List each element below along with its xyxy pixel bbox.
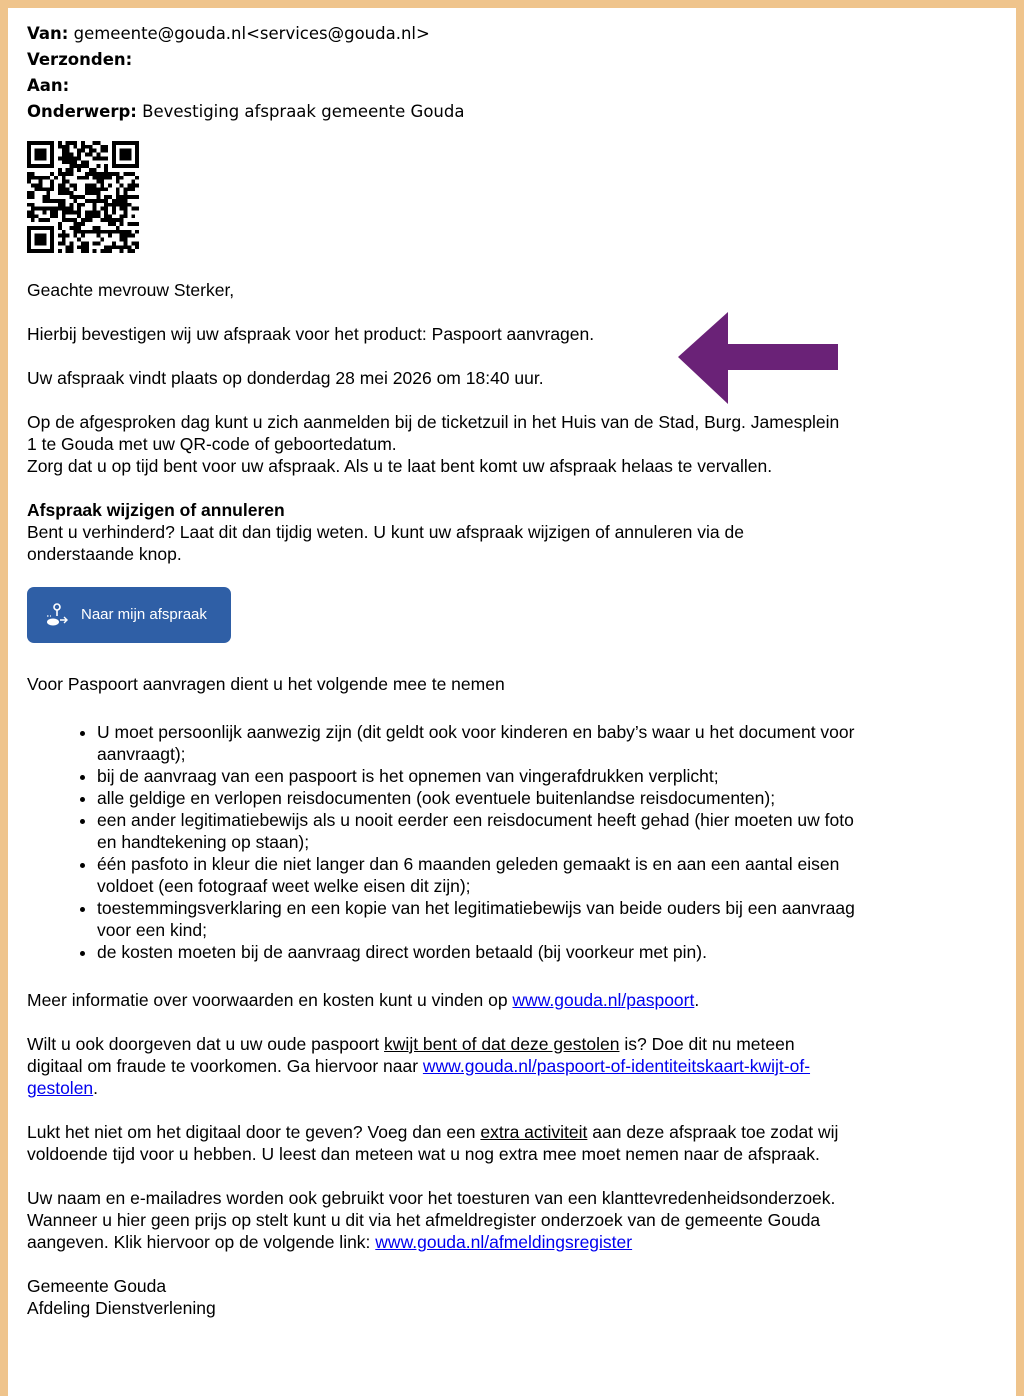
email-header: Van: gemeente@gouda.nl<services@gouda.nl… (27, 21, 957, 125)
bring-item-line: toestemmingsverklaring en een kopie van … (97, 898, 855, 918)
bring-item-line: U moet persoonlijk aanwezig zijn (dit ge… (97, 722, 855, 742)
to-label: Aan: (27, 76, 70, 95)
bring-item-line: een ander legitimatiebewijs als u nooit … (97, 810, 854, 830)
survey-line-1: Uw naam en e-mailadres worden ook gebrui… (27, 1188, 836, 1208)
change-text-2: onderstaande knop. (27, 544, 182, 564)
lost-line-3: gestolen. (27, 1077, 957, 1099)
survey-line-2: Wanneer u hier geen prijs op stelt kunt … (27, 1210, 821, 1230)
subject-value: Bevestiging afspraak gemeente Gouda (142, 102, 465, 121)
bring-item: bij de aanvraag van een paspoort is het … (97, 765, 957, 787)
signature-org: Gemeente Gouda (27, 1276, 167, 1296)
extra-text: Lukt het niet om het digitaal door te ge… (27, 1122, 481, 1142)
paspoort-link[interactable]: www.gouda.nl/paspoort (512, 990, 694, 1010)
my-appointment-button[interactable]: Naar mijn afspraak (27, 587, 231, 643)
extra-line-1: Lukt het niet om het digitaal door te ge… (27, 1121, 957, 1143)
lost-text-end: is? Doe dit nu meteen (619, 1034, 795, 1054)
lost-text: Wilt u ook doorgeven dat u uw oude paspo… (27, 1034, 385, 1054)
extra-line-2: voldoende tijd voor u hebben. U leest da… (27, 1144, 820, 1164)
info-paragraph: Meer informatie over voorwaarden en kost… (27, 989, 957, 1011)
bring-item: alle geldige en verlopen reisdocumenten … (97, 787, 957, 809)
change-heading: Afspraak wijzigen of annuleren (27, 500, 285, 520)
change-text-1: Bent u verhinderd? Laat dit dan tijdig w… (27, 522, 744, 542)
from-value: gemeente@gouda.nl<services@gouda.nl> (73, 24, 430, 43)
subject-label: Onderwerp: (27, 102, 137, 121)
bring-item: toestemmingsverklaring en een kopie van … (97, 897, 957, 941)
bring-item-line: voor een kind; (97, 920, 207, 940)
checkin-line-1: Op de afgesproken dag kunt u zich aanmel… (27, 412, 840, 432)
lost-link-cont[interactable]: gestolen (27, 1078, 93, 1098)
bring-item: de kosten moeten bij de aanvraag direct … (97, 941, 957, 963)
bring-item-line: aanvraagt); (97, 744, 186, 764)
extra-text-end: aan deze afspraak toe zodat wij (587, 1122, 839, 1142)
survey-line-3: aangeven. Klik hiervoor op de volgende l… (27, 1231, 957, 1253)
qr-code-image (27, 141, 139, 253)
confirmation-text: Hierbij bevestigen wij uw afspraak voor … (27, 324, 595, 344)
email-content: Van: gemeente@gouda.nl<services@gouda.nl… (27, 21, 957, 1319)
info-end: . (694, 990, 700, 1010)
from-label: Van: (27, 24, 69, 43)
bring-item: een ander legitimatiebewijs als u nooit … (97, 809, 957, 853)
location-person-icon (47, 603, 68, 626)
lost-stolen-underlined: kwijt bent of dat deze gestolen (384, 1034, 620, 1054)
afmeld-link[interactable]: www.gouda.nl/afmeldingsregister (375, 1232, 632, 1252)
bring-list: U moet persoonlijk aanwezig zijn (dit ge… (27, 721, 957, 963)
checkin-line-2: 1 te Gouda met uw QR-code of geboortedat… (27, 434, 397, 454)
bring-item-line: de kosten moeten bij de aanvraag direct … (97, 942, 707, 962)
lost-link[interactable]: www.gouda.nl/paspoort-of-identiteitskaar… (423, 1056, 810, 1076)
lost-line-1: Wilt u ook doorgeven dat u uw oude paspo… (27, 1033, 957, 1055)
greeting: Geachte mevrouw Sterker, (27, 280, 235, 300)
bring-intro: Voor Paspoort aanvragen dient u het volg… (27, 674, 505, 694)
checkin-line-3: Zorg dat u op tijd bent voor uw afspraak… (27, 456, 773, 476)
appointment-time: Uw afspraak vindt plaats op donderdag 28… (27, 368, 544, 388)
lost-text-2: digitaal om fraude te voorkomen. Ga hier… (27, 1056, 423, 1076)
sent-label: Verzonden: (27, 50, 133, 69)
extra-activity-underlined: extra activiteit (480, 1122, 588, 1142)
bring-item-line: bij de aanvraag van een paspoort is het … (97, 766, 719, 786)
bring-item: U moet persoonlijk aanwezig zijn (dit ge… (97, 721, 957, 765)
bring-item-line: voldoet (een fotograaf weet welke eisen … (97, 876, 471, 896)
bring-item-line: en handtekening op staan); (97, 832, 310, 852)
info-text: Meer informatie over voorwaarden en kost… (27, 990, 513, 1010)
bring-item-line: één pasfoto in kleur die niet langer dan… (97, 854, 840, 874)
bring-item: één pasfoto in kleur die niet langer dan… (97, 853, 957, 897)
lost-end: . (93, 1078, 99, 1098)
bring-item-line: alle geldige en verlopen reisdocumenten … (97, 788, 776, 808)
lost-line-2: digitaal om fraude te voorkomen. Ga hier… (27, 1055, 957, 1077)
my-appointment-label: Naar mijn afspraak (81, 606, 207, 623)
signature-dept: Afdeling Dienstverlening (27, 1298, 216, 1318)
survey-text: aangeven. Klik hiervoor op de volgende l… (27, 1232, 376, 1252)
